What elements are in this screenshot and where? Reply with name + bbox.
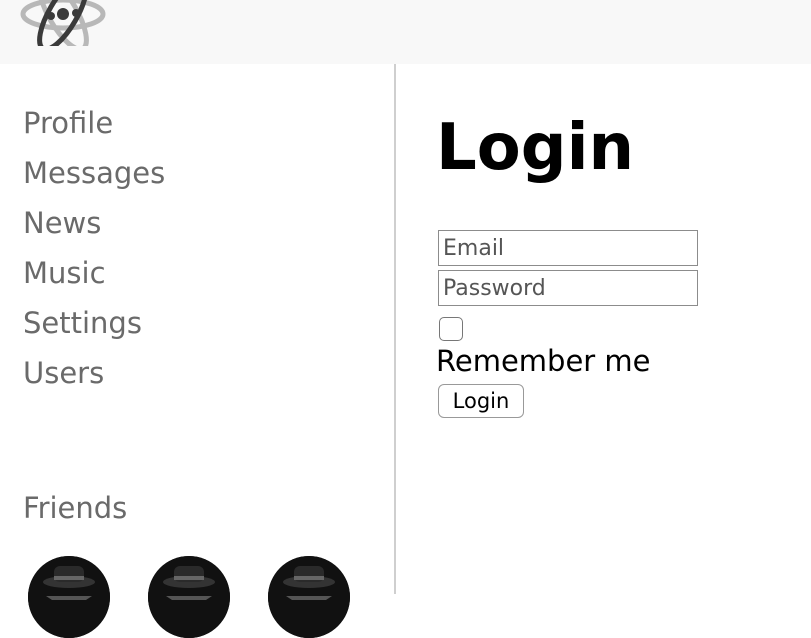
app-header: [0, 0, 811, 64]
spy-avatar-icon: [28, 556, 110, 638]
friend-avatar[interactable]: [28, 556, 110, 638]
spy-avatar-icon: [268, 556, 350, 638]
friend-avatar[interactable]: [268, 556, 350, 638]
login-page: Login Remember me Login: [396, 64, 811, 594]
password-field[interactable]: [438, 270, 698, 306]
page-title: Login: [436, 111, 635, 185]
sidebar-item-settings[interactable]: Settings: [23, 305, 142, 341]
sidebar-item-news[interactable]: News: [23, 205, 101, 241]
login-button[interactable]: Login: [438, 384, 524, 418]
sidebar: Profile Messages News Music Settings Use…: [0, 64, 396, 638]
sidebar-item-profile[interactable]: Profile: [23, 105, 113, 141]
sidebar-item-users[interactable]: Users: [23, 355, 104, 391]
spy-avatar-icon: [148, 556, 230, 638]
sidebar-item-messages[interactable]: Messages: [23, 155, 165, 191]
friends-title: Friends: [23, 491, 128, 525]
sidebar-item-music[interactable]: Music: [23, 255, 106, 291]
atom-logo-icon[interactable]: [18, 0, 108, 46]
remember-me-checkbox[interactable]: [439, 317, 463, 341]
friend-avatar[interactable]: [148, 556, 230, 638]
remember-me-label: Remember me: [436, 344, 651, 378]
email-field[interactable]: [438, 230, 698, 266]
